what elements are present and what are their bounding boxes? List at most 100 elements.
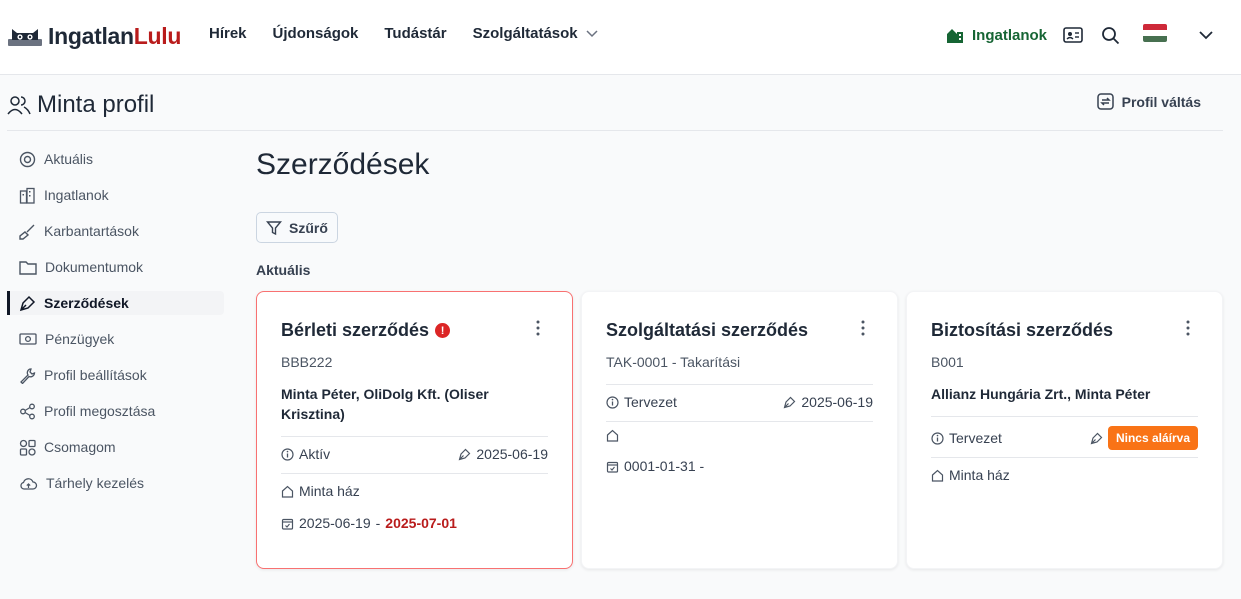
- contract-card[interactable]: Bérleti szerződés ! BBB222 Minta Péter, …: [256, 291, 573, 569]
- money-icon: [19, 333, 37, 345]
- profile-title: Minta profil: [7, 91, 154, 119]
- sidebar-item-label: Karbantartások: [44, 223, 139, 239]
- divider: [606, 421, 873, 422]
- signed-date: 2025-06-19: [801, 394, 873, 410]
- house-icon: [947, 29, 963, 43]
- divider: [281, 473, 548, 474]
- sidebar-item-label: Tárhely kezelés: [46, 475, 145, 491]
- contract-status: Tervezet: [624, 394, 677, 410]
- property-group: Minta ház: [281, 483, 360, 499]
- sidebar-item-ingatlanok[interactable]: Ingatlanok: [7, 177, 224, 213]
- sidebar-item-szerzodesek[interactable]: Szerződések: [7, 291, 224, 315]
- property-group: Minta ház: [931, 467, 1010, 483]
- date-range-group: 0001-01-31 -: [606, 458, 704, 474]
- info-icon: [281, 447, 294, 461]
- sidebar-item-tarhely-kezeles[interactable]: Tárhely kezelés: [7, 465, 224, 501]
- sidebar-item-penzugyek[interactable]: Pénzügyek: [7, 321, 224, 357]
- properties-button[interactable]: Ingatlanok: [946, 22, 1047, 48]
- contract-title: Biztosítási szerződés: [931, 320, 1113, 341]
- property-row: Minta ház: [931, 467, 1198, 483]
- profile-name: Minta profil: [37, 91, 155, 118]
- status-row: Tervezet 2025-06-19: [606, 394, 873, 410]
- contract-property: Minta ház: [299, 483, 360, 499]
- cat-logo-icon: [8, 29, 42, 46]
- sidebar-item-aktualis[interactable]: Aktuális: [7, 141, 224, 177]
- contract-code: B001: [931, 354, 964, 370]
- contract-title-text: Bérleti szerződés: [281, 320, 430, 340]
- language-dropdown[interactable]: [1199, 22, 1213, 48]
- sidebar-item-label: Profil beállítások: [44, 367, 147, 383]
- chevron-down-icon: [1199, 30, 1213, 39]
- contract-parties: Minta Péter, OliDolg Kft. (Oliser Kriszt…: [281, 386, 489, 422]
- home-icon: [606, 429, 619, 442]
- sidebar-item-dokumentumok[interactable]: Dokumentumok: [7, 249, 224, 285]
- property-group: [606, 429, 624, 442]
- sidebar-item-csomagom[interactable]: Csomagom: [7, 429, 224, 465]
- contract-title: Szolgáltatási szerződés: [606, 320, 808, 341]
- signed-date: 2025-06-19: [476, 446, 548, 462]
- profile-switch-button[interactable]: Profil váltás: [1096, 93, 1201, 110]
- date-separator: -: [375, 515, 381, 531]
- status-group: Tervezet: [606, 394, 677, 410]
- sidebar-item-profil-megosztasa[interactable]: Profil megosztása: [7, 393, 224, 429]
- sidebar-item-label: Szerződések: [44, 295, 129, 311]
- package-icon: [19, 439, 36, 456]
- id-card-button[interactable]: [1063, 22, 1083, 48]
- pen-icon: [1090, 432, 1103, 444]
- logo[interactable]: IngatlanLulu: [6, 22, 181, 50]
- status-group: Aktív: [281, 446, 330, 462]
- language-flag[interactable]: [1143, 24, 1167, 42]
- section-heading: Aktuális: [256, 262, 311, 278]
- search-button[interactable]: [1101, 22, 1120, 48]
- sidebar-item-label: Profil megosztása: [44, 403, 156, 419]
- divider: [281, 436, 548, 437]
- nav-ujdonsagok[interactable]: Újdonságok: [273, 25, 359, 42]
- wrench-icon: [20, 367, 36, 384]
- info-icon: [606, 395, 619, 409]
- start-date: 2025-06-19: [299, 515, 371, 531]
- sidebar-item-karbantartasok[interactable]: Karbantartások: [7, 213, 224, 249]
- nav-tudastar[interactable]: Tudástár: [384, 25, 446, 42]
- pen-icon: [459, 448, 471, 460]
- nav-szolgaltatasok-label: Szolgáltatások: [472, 25, 578, 42]
- status-group: Tervezet: [931, 430, 1002, 446]
- divider: [606, 384, 873, 385]
- info-icon: [931, 431, 944, 445]
- filter-icon: [266, 220, 283, 235]
- divider: [931, 457, 1198, 458]
- top-navbar: IngatlanLulu Hírek Újdonságok Tudástár S…: [0, 0, 1241, 75]
- sidebar-item-profil-beallitasok[interactable]: Profil beállítások: [7, 357, 224, 393]
- contract-status: Aktív: [299, 446, 331, 462]
- logo-text-part1: Ingatlan: [48, 22, 134, 49]
- date-range-row: 2025-06-19 - 2025-07-01: [281, 515, 548, 531]
- filter-button-label: Szűrő: [289, 219, 328, 236]
- contract-card[interactable]: Szolgáltatási szerződés TAK-0001 - Takar…: [581, 291, 898, 569]
- filter-button[interactable]: Szűrő: [256, 212, 338, 243]
- contract-code: BBB222: [281, 354, 333, 370]
- nav-szolgaltatasok[interactable]: Szolgáltatások: [473, 25, 598, 42]
- nav-hirek[interactable]: Hírek: [209, 25, 247, 42]
- share-icon: [20, 403, 35, 419]
- id-card-icon: [1063, 27, 1083, 43]
- page-title: Szerződések: [256, 148, 430, 181]
- contract-card[interactable]: Biztosítási szerződés B001 Allianz Hungá…: [906, 291, 1223, 569]
- signature-group: Nincs aláírva: [1090, 426, 1198, 450]
- kebab-menu-icon[interactable]: [536, 320, 540, 336]
- status-row: Tervezet Nincs aláírva: [931, 426, 1198, 450]
- sidebar-item-label: Aktuális: [44, 151, 94, 167]
- kebab-menu-icon[interactable]: [861, 320, 865, 336]
- target-icon: [19, 151, 36, 167]
- sidebar-item-label: Dokumentumok: [45, 259, 144, 275]
- end-date: 2025-07-01: [385, 515, 457, 531]
- property-row: Minta ház: [281, 483, 548, 499]
- contract-title: Bérleti szerződés !: [281, 320, 451, 341]
- chevron-down-icon: [586, 29, 598, 37]
- profile-bar: Minta profil Profil váltás: [7, 76, 1223, 131]
- calendar-icon: [281, 518, 294, 530]
- divider: [931, 416, 1198, 417]
- date-range-row: 0001-01-31 -: [606, 458, 873, 474]
- kebab-menu-icon[interactable]: [1186, 320, 1190, 336]
- logo-text-part2: Lulu: [133, 22, 182, 49]
- property-row: [606, 429, 873, 442]
- sidebar: Aktuális Ingatlanok Karbantartások Dokum…: [7, 141, 224, 501]
